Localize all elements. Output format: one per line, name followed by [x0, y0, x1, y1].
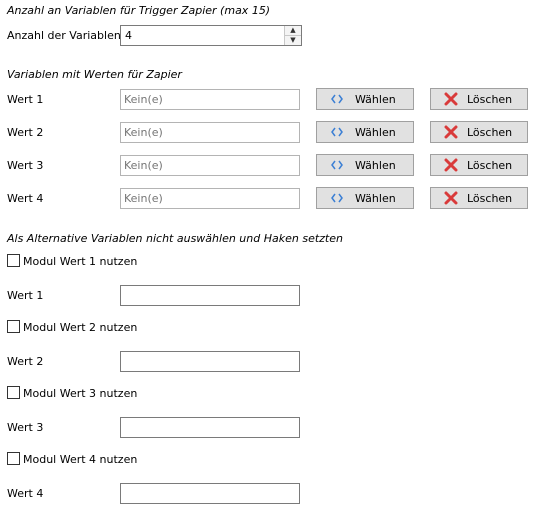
spinner-down-button[interactable]: ▼ — [285, 36, 301, 45]
var-value-field-2[interactable] — [120, 122, 300, 143]
module-value-checkbox-2[interactable] — [7, 320, 20, 333]
delete-button-label: Löschen — [467, 93, 513, 106]
delete-button-label: Löschen — [467, 159, 513, 172]
choose-button-label: Wählen — [355, 93, 396, 106]
code-brackets-icon — [331, 92, 343, 106]
chevron-up-icon: ▲ — [290, 26, 296, 34]
delete-button-2[interactable]: Löschen — [430, 121, 528, 143]
code-brackets-icon — [331, 125, 343, 139]
red-x-icon — [444, 125, 458, 139]
var-row-label: Wert 3 — [7, 159, 44, 172]
choose-button-4[interactable]: Wählen — [316, 187, 414, 209]
alt-field-label: Wert 4 — [7, 487, 44, 500]
choose-button-1[interactable]: Wählen — [316, 88, 414, 110]
var-value-field-3[interactable] — [120, 155, 300, 176]
count-section-title: Anzahl an Variablen für Trigger Zapier (… — [7, 4, 271, 17]
code-brackets-icon — [331, 158, 343, 172]
chevron-down-icon: ▼ — [290, 36, 296, 44]
alt-field-label: Wert 2 — [7, 355, 44, 368]
alt-field-label: Wert 1 — [7, 289, 44, 302]
checkbox-label[interactable]: Modul Wert 3 nutzen — [23, 387, 137, 400]
delete-button-3[interactable]: Löschen — [430, 154, 528, 176]
checkbox-label[interactable]: Modul Wert 2 nutzen — [23, 321, 137, 334]
module-value-checkbox-1[interactable] — [7, 254, 20, 267]
checkbox-label[interactable]: Modul Wert 4 nutzen — [23, 453, 137, 466]
delete-button-label: Löschen — [467, 192, 513, 205]
delete-button-label: Löschen — [467, 126, 513, 139]
choose-button-3[interactable]: Wählen — [316, 154, 414, 176]
spinner-buttons: ▲ ▼ — [284, 26, 301, 45]
delete-button-4[interactable]: Löschen — [430, 187, 528, 209]
red-x-icon — [444, 191, 458, 205]
var-value-field-1[interactable] — [120, 89, 300, 110]
choose-button-label: Wählen — [355, 192, 396, 205]
alt-value-field-2[interactable] — [120, 351, 300, 372]
choose-button-2[interactable]: Wählen — [316, 121, 414, 143]
alt-value-field-1[interactable] — [120, 285, 300, 306]
choose-button-label: Wählen — [355, 126, 396, 139]
spinner-up-button[interactable]: ▲ — [285, 26, 301, 36]
red-x-icon — [444, 158, 458, 172]
choose-button-label: Wählen — [355, 159, 396, 172]
delete-button-1[interactable]: Löschen — [430, 88, 528, 110]
variable-count-value[interactable]: 4 — [125, 29, 132, 42]
alt-value-field-4[interactable] — [120, 483, 300, 504]
count-label: Anzahl der Variablen — [7, 29, 121, 42]
var-row-label: Wert 1 — [7, 93, 44, 106]
vars-section-title: Variablen mit Werten für Zapier — [7, 68, 182, 81]
var-row-label: Wert 2 — [7, 126, 44, 139]
variable-count-spinner[interactable]: 4 ▲ ▼ — [120, 25, 302, 46]
checkbox-label[interactable]: Modul Wert 1 nutzen — [23, 255, 137, 268]
alt-section-title: Als Alternative Variablen nicht auswähle… — [7, 232, 343, 245]
var-row-label: Wert 4 — [7, 192, 44, 205]
module-value-checkbox-3[interactable] — [7, 386, 20, 399]
red-x-icon — [444, 92, 458, 106]
alt-field-label: Wert 3 — [7, 421, 44, 434]
var-value-field-4[interactable] — [120, 188, 300, 209]
module-value-checkbox-4[interactable] — [7, 452, 20, 465]
alt-value-field-3[interactable] — [120, 417, 300, 438]
code-brackets-icon — [331, 191, 343, 205]
